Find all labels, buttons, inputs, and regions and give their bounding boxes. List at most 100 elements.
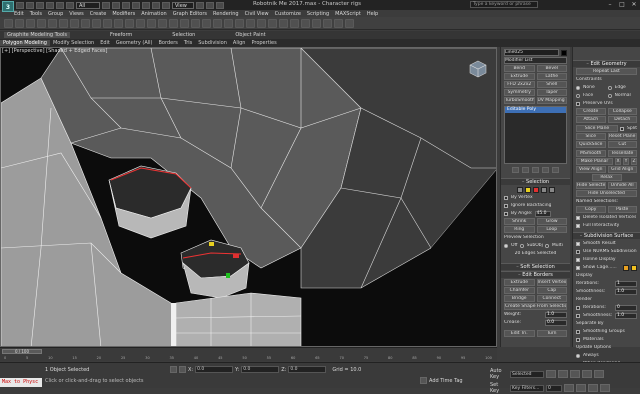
redo-icon[interactable] (15, 18, 24, 28)
use-nurms-checkbox[interactable] (576, 249, 580, 254)
ribbon-title[interactable]: Graphite Modeling Tools (4, 32, 71, 38)
smoothing-groups-checkbox[interactable] (576, 329, 580, 334)
gizmo-z-axis[interactable] (226, 273, 230, 278)
subdivision-surface-rollout-head[interactable]: Subdivision Surface (573, 232, 640, 239)
object-name-input[interactable]: Line025 (504, 49, 559, 56)
next-frame-icon[interactable] (582, 370, 592, 378)
pivot-icon[interactable] (158, 18, 167, 28)
tab-modify-selection[interactable]: Modify Selection (50, 40, 97, 46)
slice-button[interactable]: Slice (576, 133, 606, 140)
x-coord-input[interactable]: 0.0 (195, 366, 234, 373)
split-checkbox[interactable] (620, 126, 625, 131)
menu-tools[interactable]: Tools (30, 11, 42, 17)
full-interactivity-checkbox[interactable] (576, 223, 580, 228)
rectangle-region-icon[interactable] (92, 18, 101, 28)
cut-button[interactable]: Cut (607, 141, 637, 148)
spinner-snap-icon[interactable] (224, 18, 233, 28)
render-setup-icon[interactable] (323, 18, 332, 28)
named-selection-icon[interactable] (235, 18, 244, 28)
cap-button[interactable]: Cap (536, 287, 567, 294)
cage-color-swatch-1[interactable] (623, 264, 629, 271)
edge-mode-icon[interactable] (524, 186, 531, 193)
show-end-result-icon[interactable] (522, 166, 529, 173)
save-file-icon[interactable] (36, 1, 44, 9)
rect-selection-icon[interactable] (122, 1, 130, 9)
smooth-result-checkbox[interactable] (576, 241, 580, 246)
pin-stack-icon[interactable] (512, 166, 519, 173)
edit-geometry-rollout-head[interactable]: Edit Geometry (573, 60, 640, 67)
uv-mapping-button[interactable]: UV Mapping Cle (536, 97, 567, 104)
material-editor-icon[interactable] (312, 18, 321, 28)
time-tag-icon[interactable] (420, 377, 427, 384)
quickslice-button[interactable]: QuickSlice (576, 141, 606, 148)
tab-geometry-all[interactable]: Geometry (All) (113, 40, 156, 46)
open-file-icon[interactable] (26, 1, 34, 9)
goto-end-icon[interactable] (594, 370, 604, 378)
bridge-button[interactable]: Bridge (504, 295, 535, 302)
tab-tris[interactable]: Tris (181, 40, 195, 46)
polygon-mode-icon[interactable] (540, 186, 547, 193)
app-logo-icon[interactable]: 3 (2, 1, 14, 12)
tessellate-button[interactable]: Tessellate (607, 150, 637, 157)
stack-item-editable-poly[interactable]: Editable Poly (505, 107, 566, 113)
chamfer-button[interactable]: Chamfer (504, 287, 535, 294)
grid-align-button[interactable]: Grid Align (607, 166, 637, 173)
curve-editor-icon[interactable] (290, 18, 299, 28)
constraint-face-radio[interactable] (576, 93, 580, 98)
hide-unselected-button[interactable]: Hide Unselected (576, 190, 637, 197)
render-iterations-checkbox[interactable] (576, 305, 580, 310)
render-iterations-input[interactable]: 0 (615, 304, 637, 311)
select-by-name-icon[interactable] (112, 1, 120, 9)
edit-borders-rollout-head[interactable]: Edit Borders (501, 271, 570, 278)
maximize-button[interactable]: □ (616, 0, 628, 9)
paste-button[interactable]: Paste (607, 206, 637, 213)
new-file-icon[interactable] (16, 1, 24, 9)
rotate-icon[interactable] (152, 1, 160, 9)
key-mode-select[interactable]: Selected (510, 370, 544, 378)
slice-plane-button[interactable]: Slice Plane (576, 125, 619, 132)
schematic-view-icon[interactable] (301, 18, 310, 28)
menu-modifiers[interactable]: Modifiers (112, 11, 135, 17)
tab-edit[interactable]: Edit (97, 40, 113, 46)
repeat-last-button[interactable]: Repeat Last (576, 68, 637, 75)
render-smoothness-input[interactable]: 1.0 (615, 312, 637, 319)
shrink-button[interactable]: Shrink (504, 218, 535, 225)
preserve-uvs-checkbox[interactable] (576, 101, 580, 106)
y-coord-input[interactable]: 0.0 (241, 366, 280, 373)
reference-coord-select[interactable]: View (172, 1, 194, 9)
by-angle-input[interactable]: 45.0 (534, 210, 551, 217)
workspace-select[interactable]: All (76, 1, 100, 9)
scale-icon[interactable] (162, 1, 170, 9)
maxscript-listener[interactable]: Max to Physc (0, 378, 42, 387)
select-object-icon[interactable] (70, 18, 79, 28)
prev-frame-icon[interactable] (558, 370, 568, 378)
shell-button[interactable]: Shell (536, 81, 567, 88)
bind-space-warp-icon[interactable] (48, 18, 57, 28)
render-icon[interactable] (345, 18, 354, 28)
display-smoothness-input[interactable]: 1.0 (615, 288, 637, 295)
taper-button[interactable]: Taper (536, 89, 567, 96)
crease-input[interactable]: 0.0 (545, 319, 567, 326)
menu-views[interactable]: Views (69, 11, 83, 17)
menu-customize[interactable]: Customize (275, 11, 301, 17)
planar-x-button[interactable]: X (615, 158, 621, 165)
auto-key-button[interactable]: Auto Key (490, 368, 508, 380)
connect-button[interactable]: Connect (536, 295, 567, 302)
ffd-button[interactable]: FFD 2x2x2 (504, 81, 535, 88)
symmetry-button[interactable]: Symmetry (504, 89, 535, 96)
insert-vertex-button[interactable]: Insert Vertex (536, 279, 567, 286)
mirror-icon[interactable] (246, 18, 255, 28)
create-shape-button[interactable]: Create Shape From Selection (504, 303, 567, 310)
undo-icon[interactable] (4, 18, 13, 28)
reset-plane-button[interactable]: Reset Plane (607, 133, 637, 140)
attach-button[interactable]: Attach (576, 116, 606, 123)
render-frame-icon[interactable] (334, 18, 343, 28)
ribbon-group-freeform[interactable]: Freeform (110, 32, 132, 38)
gizmo-x-axis[interactable] (233, 254, 239, 258)
bend-button[interactable]: Bend (504, 65, 535, 72)
make-unique-icon[interactable] (532, 166, 539, 173)
by-angle-checkbox[interactable] (504, 211, 508, 216)
loop-button[interactable]: Loop (536, 226, 567, 233)
bevel-button[interactable]: Bevel (536, 65, 567, 72)
goto-start-icon[interactable] (546, 370, 556, 378)
